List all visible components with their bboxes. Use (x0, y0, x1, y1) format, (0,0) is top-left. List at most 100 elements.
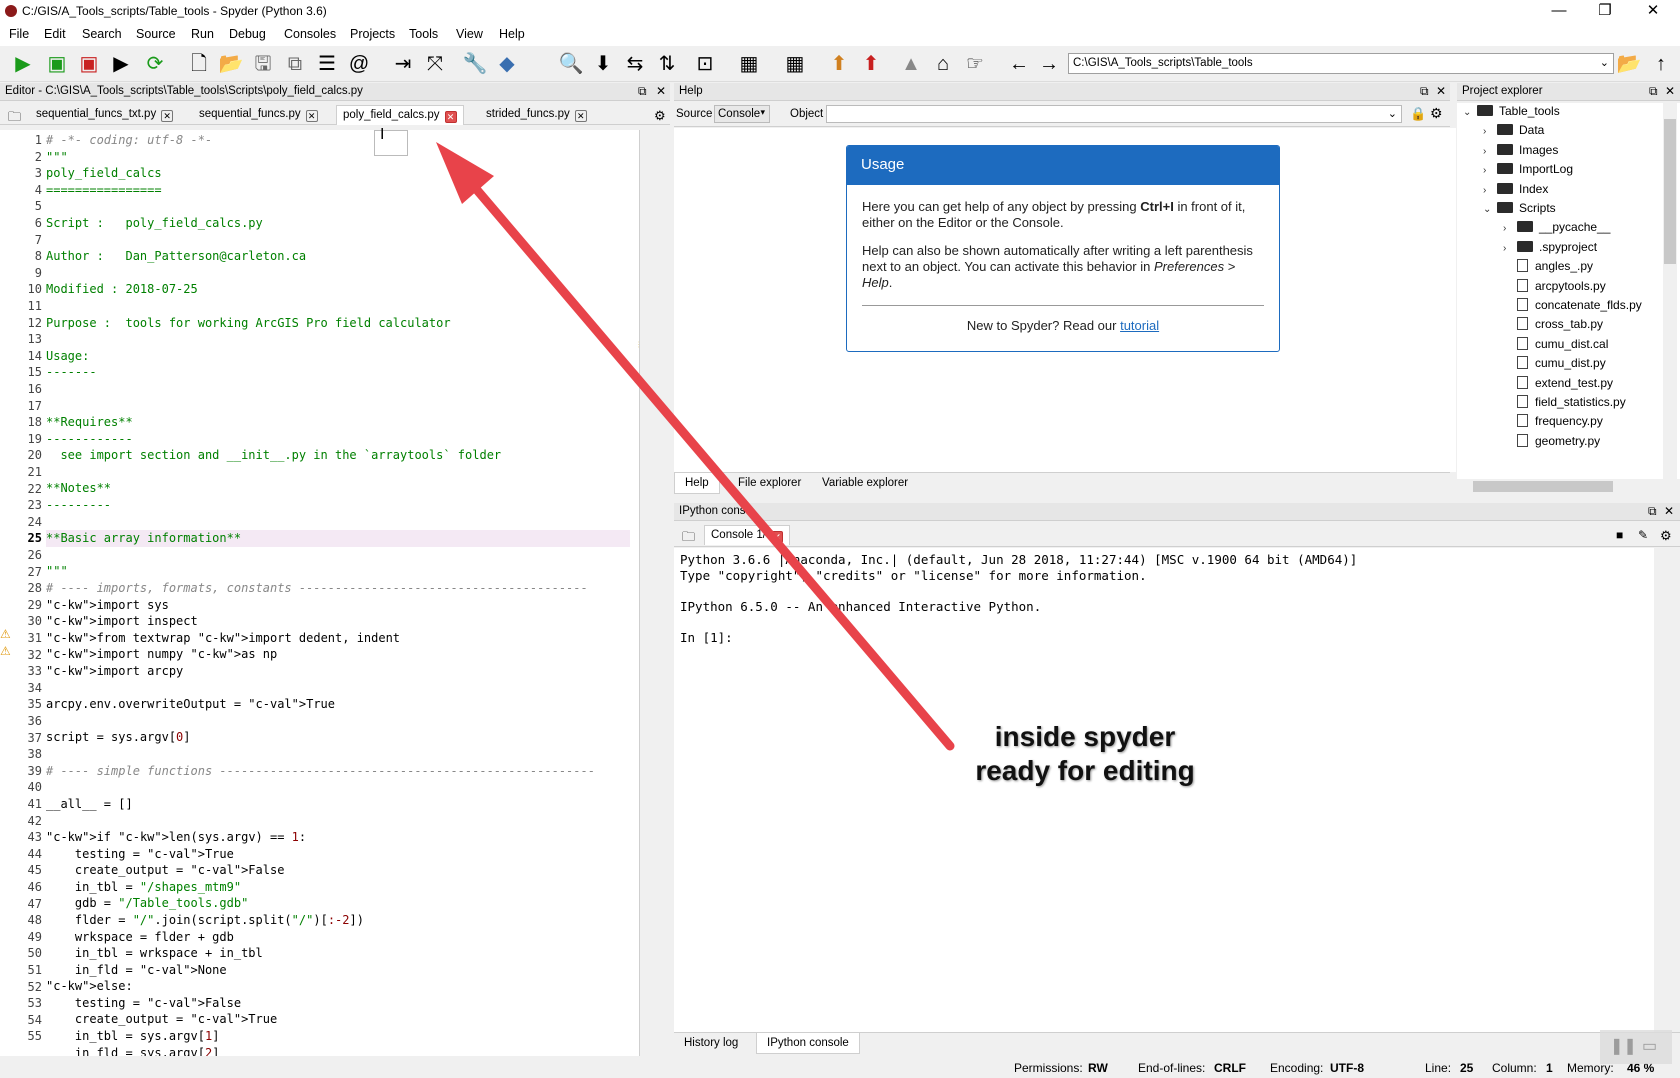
menu-consoles[interactable]: Consoles (284, 27, 336, 41)
undock-icon[interactable]: ⧉ (638, 84, 647, 99)
tree-file[interactable]: field_statistics.py (1503, 395, 1626, 415)
tab-sequential-funcs[interactable]: sequential_funcs.py ✕ (193, 105, 324, 125)
tab-help[interactable]: Help (674, 473, 720, 494)
tree-folder[interactable]: ⌄ Scripts (1483, 201, 1556, 221)
menu-debug[interactable]: Debug (229, 27, 266, 41)
chevron-right-icon[interactable]: › (1483, 126, 1497, 137)
menu-edit[interactable]: Edit (44, 27, 66, 41)
chevron-right-icon[interactable]: › (1483, 185, 1497, 196)
tree-file[interactable]: extend_test.py (1503, 375, 1613, 396)
tab-console-1[interactable]: Console 1/ ✕ (704, 525, 790, 545)
close-pane-icon[interactable]: ✕ (656, 84, 666, 98)
menu-help[interactable]: Help (499, 27, 525, 41)
parent-dir-icon[interactable]: ↑ (1648, 52, 1674, 76)
back-arrow-icon[interactable]: ← (1006, 52, 1032, 76)
close-tab-icon[interactable]: ✕ (305, 110, 318, 122)
tree-file[interactable]: frequency.py (1503, 414, 1603, 434)
menu-file[interactable]: File (9, 27, 29, 41)
close-pane-icon[interactable]: ✕ (1665, 84, 1675, 98)
tab-ipython-console[interactable]: IPython console (756, 1033, 860, 1054)
pause-icon[interactable]: ❚❚ (1610, 1036, 1637, 1056)
tree-file[interactable]: concatenate_flds.py (1503, 298, 1642, 318)
screen-icon[interactable]: ▭ (1642, 1036, 1657, 1056)
gear-icon[interactable]: ⚙ (1654, 525, 1678, 545)
tree-file[interactable]: cumu_dist.cal (1503, 336, 1608, 357)
tree-folder[interactable]: ⌄ Table_tools (1463, 104, 1560, 124)
tree-folder[interactable]: › Images (1483, 143, 1558, 163)
run-selection-icon[interactable]: ▶ (108, 52, 134, 76)
run-icon[interactable]: ▶ (10, 52, 36, 76)
menu-view[interactable]: View (456, 27, 483, 41)
forward-icon[interactable]: ☞ (962, 52, 988, 76)
at-icon[interactable]: @ (346, 52, 372, 76)
tree-folder[interactable]: › __pycache__ (1503, 220, 1610, 240)
menu-run[interactable]: Run (191, 27, 214, 41)
chevron-down-icon[interactable]: ⌄ (1483, 204, 1497, 215)
chevron-right-icon[interactable]: › (1503, 243, 1517, 254)
tree-file[interactable]: arcpytools.py (1503, 278, 1606, 299)
warning-icon[interactable]: ⚠ (0, 644, 11, 658)
warning-icon[interactable]: ⚠ (0, 627, 11, 641)
save-all-icon[interactable]: ⧉ (282, 52, 308, 76)
tree-file[interactable]: angles_.py (1503, 259, 1593, 279)
tree-scrollbar-thumb[interactable] (1664, 119, 1676, 264)
browse-tabs-icon[interactable]: 🗀 (676, 525, 701, 545)
gear-icon[interactable]: ⚙ (1430, 105, 1443, 122)
tab-variable-explorer[interactable]: Variable explorer (812, 473, 918, 493)
lock-icon[interactable]: 🔒 (1410, 106, 1426, 122)
console-output[interactable]: Python 3.6.6 |Anaconda, Inc.| (default, … (674, 548, 1668, 1032)
overlay-controls[interactable]: ❚❚ ▭ (1600, 1030, 1672, 1064)
tree-file[interactable]: geometry.py (1503, 433, 1600, 454)
undock-icon[interactable]: ⧉ (1649, 84, 1658, 99)
tutorial-link[interactable]: tutorial (1120, 318, 1159, 333)
maximize-pane-icon[interactable]: ⤧ (422, 52, 448, 76)
tree-folder[interactable]: › Data (1483, 123, 1544, 143)
outline-icon[interactable]: ☰ (314, 52, 340, 76)
debug-icon[interactable]: ▦ (736, 52, 762, 76)
tree-folder[interactable]: › ImportLog (1483, 162, 1573, 182)
browse-tabs-icon[interactable]: 🗀 (2, 105, 27, 125)
up-icon[interactable]: ▲ (898, 52, 924, 76)
new-file-icon[interactable]: 🗋 (186, 52, 212, 76)
stop-icon[interactable]: ■ (1610, 525, 1629, 545)
tab-history-log[interactable]: History log (674, 1033, 748, 1053)
chevron-right-icon[interactable]: › (1483, 146, 1497, 157)
run-cell-advance-icon[interactable]: ▣ (76, 52, 102, 76)
browse-folder-icon[interactable]: 📂 (1616, 52, 1642, 76)
maximize-button[interactable]: ❐ (1582, 0, 1628, 24)
undock-icon[interactable]: ⧉ (1420, 84, 1429, 99)
find-icon[interactable]: 🔍 (558, 52, 584, 76)
chevron-right-icon[interactable]: › (1483, 165, 1497, 176)
tab-file-explorer[interactable]: File explorer (728, 473, 811, 493)
tree-file[interactable]: cumu_dist.py (1503, 356, 1606, 376)
close-tab-icon[interactable]: ✕ (444, 111, 457, 123)
preferences-icon[interactable]: 🔧 (462, 52, 488, 76)
save-icon[interactable]: 🖫 (250, 52, 276, 76)
replace-icon[interactable]: ⇆ (622, 52, 648, 76)
exit-icon[interactable]: ⇥ (390, 52, 416, 76)
stop-debug-icon[interactable]: ⬆ (858, 52, 884, 76)
close-pane-icon[interactable]: ✕ (1664, 504, 1674, 518)
menu-search[interactable]: Search (82, 27, 122, 41)
tree-folder[interactable]: › .spyproject (1503, 240, 1597, 260)
python-path-icon[interactable]: ◆ (494, 52, 520, 76)
working-directory-combo[interactable]: C:\GIS\A_Tools_scripts\Table_tools ⌄ (1068, 53, 1614, 74)
gear-icon[interactable]: ⚙ (648, 105, 672, 125)
tab-strided-funcs[interactable]: strided_funcs.py ✕ (480, 105, 593, 125)
tree-hscrollbar[interactable] (1457, 479, 1680, 495)
step-icon[interactable]: ▦ (782, 52, 808, 76)
object-combo[interactable]: ⌄ (826, 105, 1402, 123)
tab-sequential-funcs-txt[interactable]: sequential_funcs_txt.py ✕ (30, 105, 179, 125)
tree-hscroll-thumb[interactable] (1473, 481, 1613, 492)
step-into-icon[interactable]: ⬆ (826, 52, 852, 76)
console-scrollbar[interactable] (1654, 548, 1668, 1032)
menu-tools[interactable]: Tools (409, 27, 438, 41)
menu-source[interactable]: Source (136, 27, 176, 41)
code-area[interactable]: # -*- coding: utf-8 -*- """ poly_field_cal… (46, 130, 630, 1056)
tree-file[interactable]: cross_tab.py (1503, 317, 1603, 337)
forward-arrow-icon[interactable]: → (1036, 52, 1062, 76)
source-combo[interactable]: Console ▾ (714, 105, 770, 123)
close-tab-icon[interactable]: ✕ (574, 110, 587, 122)
find-next-icon[interactable]: ⬇ (590, 52, 616, 76)
sort-icon[interactable]: ⇅ (654, 52, 680, 76)
